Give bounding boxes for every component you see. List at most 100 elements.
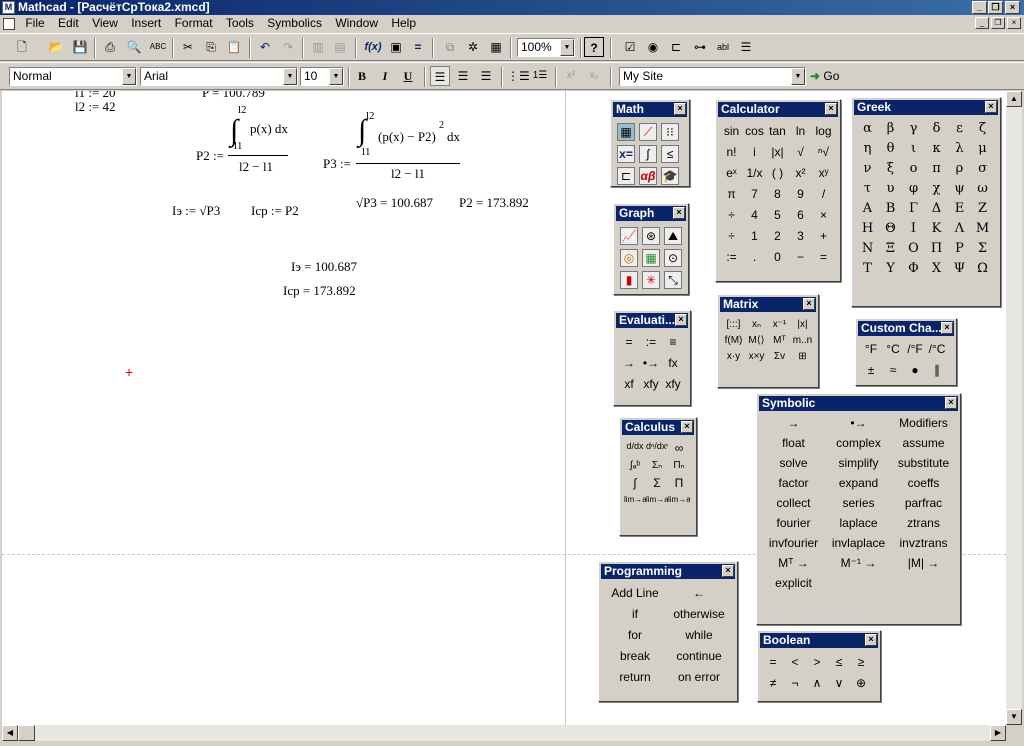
vector-field-icon[interactable]: ▮ bbox=[620, 271, 638, 289]
greek-letter-button[interactable]: Θ bbox=[879, 221, 902, 236]
symbolic-keyword-button[interactable]: assume bbox=[891, 436, 956, 450]
symbolic-keyword-button[interactable]: float bbox=[761, 436, 826, 450]
menu-tools[interactable]: Tools bbox=[221, 15, 259, 32]
graph-icon[interactable]: ⟋ bbox=[639, 123, 657, 141]
chevron-down-icon[interactable]: ▼ bbox=[791, 68, 805, 85]
undo-icon[interactable]: ↶ bbox=[255, 37, 275, 57]
greek-letter-button[interactable]: π bbox=[925, 161, 948, 176]
new-icon[interactable]: 🗋 bbox=[12, 37, 32, 57]
greek-letter-button[interactable]: Χ bbox=[925, 261, 948, 276]
programming-palette[interactable]: Programming × Add Line ← if otherwise for whil… bbox=[598, 561, 738, 702]
align-center-icon[interactable]: ☰ bbox=[453, 66, 473, 86]
boolean-op-button[interactable]: ¬ bbox=[784, 676, 806, 690]
custom-char-button[interactable]: °C bbox=[882, 342, 904, 356]
greek-letter-button[interactable]: Κ bbox=[925, 221, 948, 236]
nth-derivative-button[interactable]: dⁿ/dxⁿ bbox=[646, 441, 668, 455]
greek-letter-button[interactable]: Υ bbox=[879, 261, 902, 276]
symbolic-keyword-button[interactable]: simplify bbox=[826, 456, 891, 470]
left-limit-button[interactable]: lim→a− bbox=[668, 495, 690, 504]
close-icon[interactable]: × bbox=[722, 565, 734, 577]
icp-result[interactable]: Icp = 173.892 bbox=[283, 283, 356, 299]
boolean-op-button[interactable]: = bbox=[762, 655, 784, 669]
symbolic-keyword-button[interactable]: expand bbox=[826, 476, 891, 490]
calculator-key-button[interactable]: n! bbox=[720, 145, 743, 159]
calculator-key-button[interactable]: ÷ bbox=[720, 229, 743, 243]
symbolic-keyword-button[interactable]: → bbox=[761, 416, 826, 430]
symbolic-keyword-button[interactable]: series bbox=[826, 496, 891, 510]
calculator-key-button[interactable]: 9 bbox=[789, 187, 812, 201]
matrix-op-button[interactable]: Σv bbox=[768, 351, 791, 362]
math-palette[interactable]: Math × ▦ ⟋ ⁝⁝ x= ∫ ≤ ⊏ αβ 🎓 bbox=[610, 99, 690, 187]
calculator-key-button[interactable]: 2 bbox=[766, 229, 789, 243]
align-right-icon[interactable]: ☰ bbox=[476, 66, 496, 86]
greek-letter-button[interactable]: Ι bbox=[902, 221, 925, 236]
p3-exponent[interactable]: 2 bbox=[439, 120, 444, 131]
p2-upper-limit[interactable]: l2 bbox=[238, 104, 247, 116]
menu-symbolics[interactable]: Symbolics bbox=[262, 15, 327, 32]
programming-keyword-button[interactable]: while bbox=[667, 628, 731, 642]
numbering-icon[interactable]: 1☰ bbox=[530, 66, 550, 86]
print-icon[interactable]: ⎙ bbox=[100, 37, 120, 57]
programming-keyword-button[interactable]: otherwise bbox=[667, 607, 731, 621]
align-icon[interactable]: ▥ bbox=[308, 37, 328, 57]
calculator-key-button[interactable]: eˣ bbox=[720, 166, 743, 180]
component-icon[interactable]: ⧉ bbox=[440, 37, 460, 57]
calculator-key-button[interactable]: ⁿ√ bbox=[812, 145, 835, 159]
zoom-trace-icon[interactable]: ⤡ bbox=[664, 271, 682, 289]
symbolic-keyword-button[interactable]: Modifiers bbox=[891, 416, 956, 430]
close-icon[interactable]: × bbox=[985, 101, 997, 113]
programming-icon[interactable]: ⊏ bbox=[617, 167, 635, 185]
greek-letter-button[interactable]: α bbox=[856, 121, 879, 136]
copy-icon[interactable]: ⎘ bbox=[201, 37, 221, 57]
close-icon[interactable]: × bbox=[674, 103, 686, 115]
calculator-key-button[interactable]: sin bbox=[720, 124, 743, 138]
radio-control-icon[interactable]: ◉ bbox=[643, 37, 663, 57]
greek-letter-button[interactable]: φ bbox=[902, 181, 925, 196]
calculator-key-button[interactable]: 5 bbox=[766, 208, 789, 222]
greek-letter-button[interactable]: Δ bbox=[925, 201, 948, 216]
boolean-palette[interactable]: Boolean × = < > ≤ ≥ ≠ ¬ ∧ ∨ ⊕ bbox=[757, 630, 881, 702]
greek-letter-button[interactable]: θ bbox=[879, 141, 902, 156]
symbolic-keyword-button[interactable]: |M| → bbox=[891, 556, 956, 570]
push-button-icon[interactable]: ⊏ bbox=[666, 37, 686, 57]
p3-lhs[interactable]: P3 := bbox=[323, 156, 351, 172]
palette-title[interactable]: Symbolic × bbox=[759, 396, 958, 411]
matrix-op-button[interactable]: |x| bbox=[791, 319, 814, 330]
calculator-key-button[interactable]: tan bbox=[766, 124, 789, 138]
symbolic-keyword-button[interactable]: solve bbox=[761, 456, 826, 470]
menu-help[interactable]: Help bbox=[386, 15, 421, 32]
define-button[interactable]: := bbox=[640, 335, 662, 349]
infinity-button[interactable]: ∞ bbox=[668, 441, 690, 455]
greek-letter-button[interactable]: ζ bbox=[971, 121, 994, 136]
palette-title[interactable]: Calculator × bbox=[718, 102, 838, 117]
calculator-key-button[interactable]: 3 bbox=[789, 229, 812, 243]
minimize-button[interactable]: _ bbox=[972, 1, 987, 14]
custom-char-button[interactable]: /°F bbox=[904, 342, 926, 356]
keyword-eval-button[interactable]: •→ bbox=[640, 356, 662, 370]
programming-keyword-button[interactable]: return bbox=[603, 670, 667, 684]
close-icon[interactable]: × bbox=[675, 314, 687, 326]
equals-button[interactable]: = bbox=[618, 335, 640, 349]
calculator-key-button[interactable]: ( ) bbox=[766, 166, 789, 180]
symbolic-keyword-button[interactable]: invztrans bbox=[891, 536, 956, 550]
matrix-op-button[interactable]: M⟨⟩ bbox=[745, 335, 768, 346]
palette-title[interactable]: Matrix × bbox=[720, 297, 816, 312]
evaluation-palette[interactable]: Evaluati... × = := ≡ → •→ fx xf xfy xfy bbox=[613, 310, 691, 406]
print-preview-icon[interactable]: 🔍 bbox=[124, 37, 144, 57]
greek-letter-button[interactable]: Φ bbox=[902, 261, 925, 276]
symbolic-keyword-button[interactable]: parfrac bbox=[891, 496, 956, 510]
matrix-op-button[interactable]: f(M) bbox=[722, 335, 745, 346]
subscript-icon[interactable]: x₂ bbox=[584, 66, 604, 86]
symbolic-keyword-button[interactable]: factor bbox=[761, 476, 826, 490]
programming-keyword-button[interactable]: break bbox=[603, 649, 667, 663]
palette-title[interactable]: Graph × bbox=[616, 206, 686, 221]
p2-denominator[interactable]: l2 − l1 bbox=[239, 159, 273, 175]
zoom-select[interactable]: 100% ▼ bbox=[517, 38, 575, 57]
p3-lower-limit[interactable]: l1 bbox=[362, 146, 371, 158]
palette-title[interactable]: Greek × bbox=[854, 100, 998, 115]
xy-plot-icon[interactable]: 📈 bbox=[620, 227, 638, 245]
boolean-op-button[interactable]: ⊕ bbox=[850, 676, 872, 690]
symbolic-keyword-button[interactable]: collect bbox=[761, 496, 826, 510]
greek-letter-button[interactable]: δ bbox=[925, 121, 948, 136]
calculator-key-button[interactable]: π bbox=[720, 187, 743, 201]
